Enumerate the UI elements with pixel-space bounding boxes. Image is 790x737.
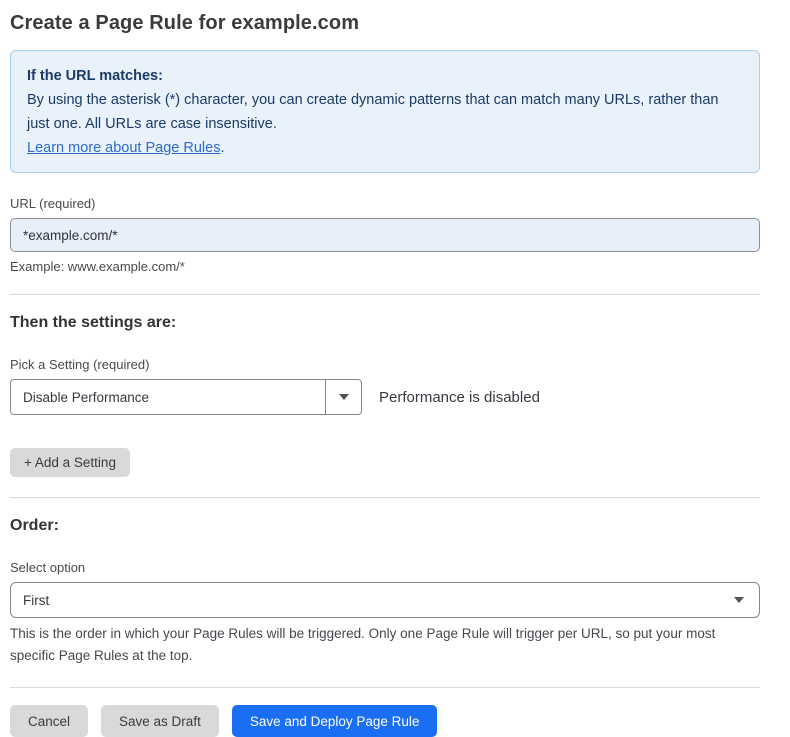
info-box-heading: If the URL matches: [27,64,743,88]
url-match-info-box: If the URL matches: By using the asteris… [10,50,760,173]
footer-actions: Cancel Save as Draft Save and Deploy Pag… [10,705,760,737]
url-input[interactable] [10,218,760,252]
link-suffix: . [220,140,224,156]
save-deploy-button[interactable]: Save and Deploy Page Rule [232,705,438,737]
setting-status-text: Performance is disabled [379,389,540,406]
setting-dropdown-value: Disable Performance [11,380,325,414]
create-page-rule-form: Create a Page Rule for example.com If th… [0,0,790,714]
divider [10,497,760,498]
save-draft-button[interactable]: Save as Draft [101,705,219,737]
chevron-down-icon [734,597,744,603]
order-select-value: First [23,593,49,608]
url-label: URL (required) [10,196,760,211]
url-example-text: Example: www.example.com/* [10,259,760,274]
divider [10,294,760,295]
order-description: This is the order in which your Page Rul… [10,623,758,667]
setting-row: Disable Performance Performance is disab… [10,379,760,415]
info-box-body: By using the asterisk (*) character, you… [27,88,743,136]
order-select-label: Select option [10,560,760,575]
divider [10,687,760,688]
setting-dropdown[interactable]: Disable Performance [10,379,362,415]
info-box-link-line: Learn more about Page Rules. [27,136,743,160]
cancel-button[interactable]: Cancel [10,705,88,737]
setting-dropdown-arrow-button[interactable] [325,380,361,414]
pick-setting-label: Pick a Setting (required) [10,357,760,372]
page-title: Create a Page Rule for example.com [10,12,760,35]
chevron-down-icon [339,394,349,400]
order-select[interactable]: First [10,582,760,618]
settings-heading: Then the settings are: [10,314,760,332]
order-heading: Order: [10,517,760,535]
learn-more-link[interactable]: Learn more about Page Rules [27,140,220,156]
add-setting-button[interactable]: + Add a Setting [10,448,130,477]
